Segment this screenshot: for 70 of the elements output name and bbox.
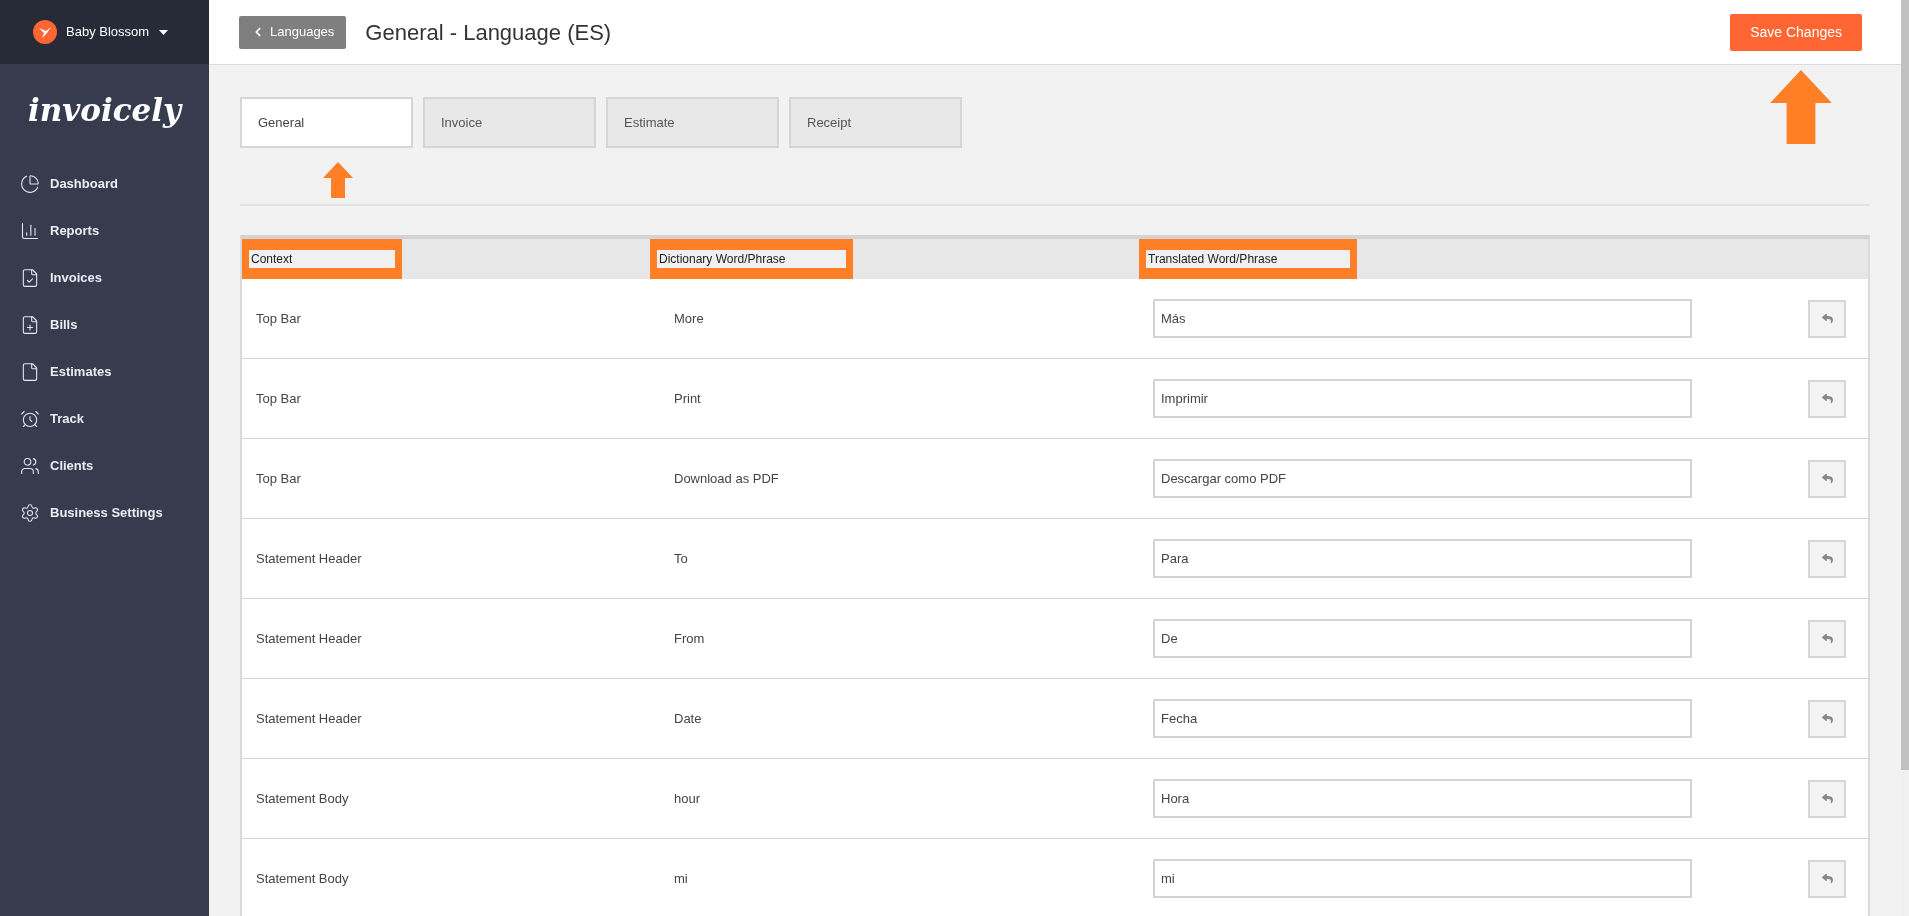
reply-arrow-icon [1821, 793, 1833, 804]
sidebar-item[interactable]: Invoices [0, 254, 209, 301]
revert-button[interactable] [1808, 779, 1846, 818]
reply-arrow-icon [1821, 313, 1833, 324]
scrollbar-thumb[interactable] [1901, 0, 1909, 770]
bar-chart-icon [20, 220, 40, 241]
tab[interactable]: General [240, 97, 413, 148]
sidebar-item[interactable]: Track [0, 395, 209, 442]
tab[interactable]: Estimate [606, 97, 779, 148]
caret-icon [159, 29, 169, 35]
table-cell-text: mi [674, 869, 689, 888]
table-cell-text: To [674, 549, 689, 568]
logo: invoicely [27, 91, 182, 130]
table-cell-text: Top Bar [255, 309, 302, 328]
table-cell-text: Date [674, 709, 703, 728]
translation-input[interactable]: De [1153, 619, 1692, 658]
revert-button[interactable] [1808, 619, 1846, 658]
table-cell-text: Statement Header [255, 549, 363, 568]
alarm-clock-icon [20, 408, 40, 429]
avatar-icon [33, 20, 57, 44]
revert-button[interactable] [1808, 859, 1846, 898]
translation-input[interactable]: Más [1153, 299, 1692, 338]
revert-button[interactable] [1808, 299, 1846, 338]
reply-arrow-icon [1821, 553, 1833, 564]
tab[interactable]: Receipt [789, 97, 962, 148]
sidebar-item[interactable]: Business Settings [0, 489, 209, 536]
document-plus-icon [20, 314, 40, 335]
pie-chart-icon [20, 173, 40, 194]
column-header: Context [249, 250, 395, 268]
table-cell-text: hour [674, 789, 702, 808]
revert-button[interactable] [1808, 699, 1846, 738]
table-cell-text: From [674, 629, 706, 648]
translation-input[interactable]: Descargar como PDF [1153, 459, 1692, 498]
translation-input[interactable]: mi [1153, 859, 1692, 898]
column-header: Dictionary Word/Phrase [657, 250, 846, 268]
table-cell-text: Statement Header [255, 629, 363, 648]
settings-icon [20, 502, 40, 523]
translation-input[interactable]: Fecha [1153, 699, 1692, 738]
tab[interactable]: Invoice [423, 97, 596, 148]
table-cell-text: Top Bar [255, 389, 302, 408]
table-cell-text: Statement Body [255, 869, 350, 888]
table-cell-text: More [674, 309, 705, 328]
translation-input[interactable]: Imprimir [1153, 379, 1692, 418]
sidebar-item[interactable]: Bills [0, 301, 209, 348]
page-title: General - Language (ES) [365, 18, 612, 47]
reply-arrow-icon [1821, 713, 1833, 724]
table-cell-text: Print [674, 389, 702, 408]
reply-arrow-icon [1821, 873, 1833, 884]
table-cell-text: Top Bar [255, 469, 302, 488]
sidebar-item[interactable]: Reports [0, 207, 209, 254]
table-cell-text: Statement Body [255, 789, 350, 808]
table-cell-text: Download as PDF [674, 469, 780, 488]
reply-arrow-icon [1821, 633, 1833, 644]
sidebar-item[interactable]: Dashboard [0, 160, 209, 207]
revert-button[interactable] [1808, 459, 1846, 498]
document-check-icon [20, 267, 40, 288]
sidebar-item[interactable]: Estimates [0, 348, 209, 395]
translation-input[interactable]: Para [1153, 539, 1692, 578]
sidebar-item[interactable]: Clients [0, 442, 209, 489]
document-icon [20, 361, 40, 382]
table-cell-text: Statement Header [255, 709, 363, 728]
translation-input[interactable]: Hora [1153, 779, 1692, 818]
revert-button[interactable] [1808, 539, 1846, 578]
account-switcher[interactable]: Baby Blossom [66, 22, 169, 42]
column-header: Translated Word/Phrase [1146, 250, 1350, 268]
reply-arrow-icon [1821, 473, 1833, 484]
people-icon [20, 455, 40, 476]
reply-arrow-icon [1821, 393, 1833, 404]
revert-button[interactable] [1808, 379, 1846, 418]
back-button[interactable]: Languages [239, 15, 347, 49]
